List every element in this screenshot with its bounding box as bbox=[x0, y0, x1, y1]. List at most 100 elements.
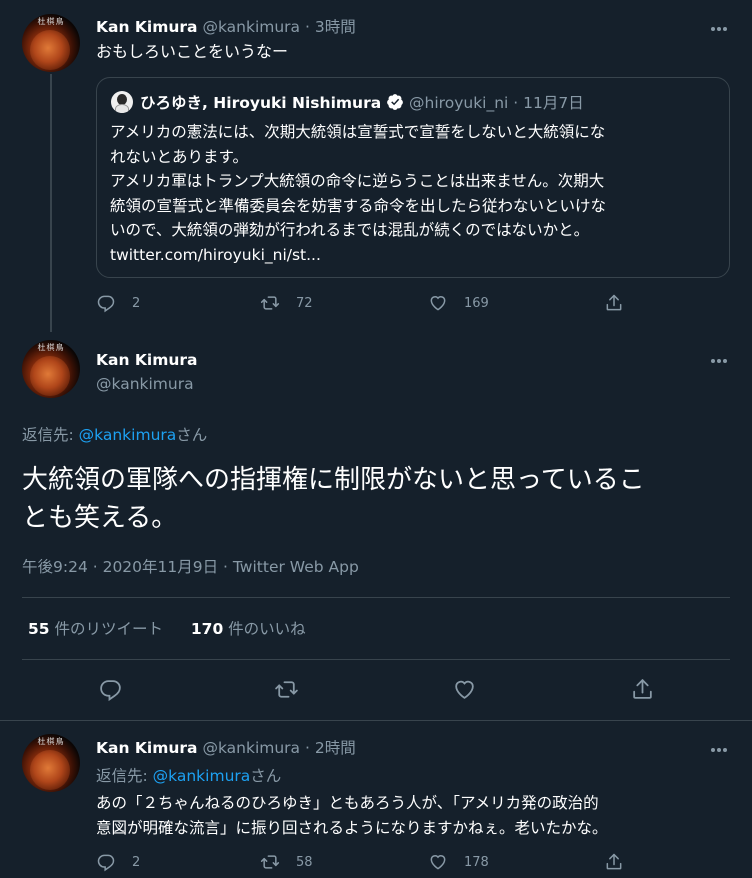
quote-author-name[interactable]: ひろゆき, Hiroyuki Nishimura bbox=[140, 94, 381, 112]
tweet-text-line: 意図が明確な流言」に振り回されるようになりますかねぇ。老いたかな。 bbox=[96, 818, 608, 837]
author-handle[interactable]: @kankimura bbox=[202, 18, 300, 36]
main-tweet-actions bbox=[98, 677, 658, 703]
separator: · bbox=[513, 94, 519, 112]
engagement-stats: 55 件のリツイート 170 件のいいね bbox=[28, 617, 306, 639]
divider bbox=[22, 597, 730, 598]
avatar-moon-image bbox=[30, 356, 70, 396]
reply-to-link[interactable]: @kankimura bbox=[79, 426, 177, 444]
quote-line: れないとあります。 bbox=[110, 147, 248, 166]
separator: · bbox=[305, 18, 310, 36]
tweet-time[interactable]: 2時間 bbox=[315, 739, 356, 757]
like-count: 178 bbox=[464, 854, 489, 870]
main-text-line: とも笑える。 bbox=[22, 503, 178, 533]
retweet-count: 58 bbox=[296, 854, 313, 870]
avatar-moon-image bbox=[30, 30, 70, 70]
author-name[interactable]: Kan Kimura bbox=[96, 739, 198, 757]
tweet-time[interactable]: 3時間 bbox=[315, 18, 356, 36]
reply-to-link[interactable]: @kankimura bbox=[153, 767, 251, 785]
quote-avatar[interactable] bbox=[111, 91, 133, 113]
retweet-icon bbox=[260, 855, 280, 869]
author-name[interactable]: Kan Kimura bbox=[96, 348, 198, 372]
quote-line: アメリカの憲法には、次期大統領は宣誓式で宣誓をしないと大統領にな bbox=[110, 123, 606, 141]
verified-icon bbox=[387, 94, 403, 110]
share-icon bbox=[606, 294, 622, 311]
tweet-header: Kan Kimura @kankimura · 2時間 bbox=[96, 736, 356, 758]
retweet-button[interactable] bbox=[274, 677, 299, 702]
reply-context: 返信先: @kankimuraさん bbox=[22, 423, 207, 445]
like-icon bbox=[430, 855, 446, 870]
quote-date[interactable]: 11月7日 bbox=[523, 94, 584, 112]
quote-header: ひろゆき, Hiroyuki Nishimura @hiroyuki_ni · … bbox=[140, 91, 584, 113]
main-author-block: Kan Kimura @kankimura bbox=[96, 348, 198, 396]
main-tweet-text: 大統領の軍隊への指揮権に制限がないと思っているこ とも笑える。 bbox=[22, 461, 645, 537]
reply-icon bbox=[100, 680, 121, 702]
quote-line: 統領の宣誓式と準備委員会を妨害する命令を出したら従わないといけな bbox=[110, 196, 607, 215]
divider bbox=[0, 720, 752, 721]
share-icon bbox=[606, 853, 622, 870]
reply-count: 2 bbox=[132, 854, 141, 870]
tweet-text-line: あの「２ちゃんねるのひろゆき」ともあろう人が、「アメリカ発の政治的 bbox=[96, 794, 599, 812]
divider bbox=[22, 659, 730, 660]
tweet-meta[interactable]: 午後9:24 · 2020年11月9日 · Twitter Web App bbox=[22, 555, 359, 577]
like-icon bbox=[455, 680, 474, 699]
reply-icon bbox=[97, 854, 115, 872]
avatar-text: 杜棋鳥 bbox=[37, 17, 65, 26]
like-button[interactable] bbox=[452, 677, 477, 702]
reply-count: 2 bbox=[132, 295, 141, 311]
like-count: 170 bbox=[190, 620, 224, 638]
reply-prefix: 返信先: bbox=[96, 767, 153, 785]
reply-button[interactable] bbox=[98, 677, 123, 702]
more-icon[interactable] bbox=[710, 742, 728, 754]
main-text-line: 大統領の軍隊への指揮権に制限がないと思っているこ bbox=[22, 465, 645, 495]
more-icon[interactable] bbox=[710, 353, 728, 365]
like-button[interactable]: 169 bbox=[428, 293, 489, 313]
tweet-text: おもしろいことをいうなー bbox=[96, 42, 289, 61]
reply-suffix: さん bbox=[250, 767, 282, 785]
avatar[interactable]: 杜棋鳥 bbox=[22, 734, 80, 792]
quote-link[interactable]: twitter.com/hiroyuki_ni/st... bbox=[110, 243, 606, 268]
tweet-actions: 2 58 178 bbox=[96, 852, 636, 876]
avatar-text: 杜棋鳥 bbox=[37, 343, 65, 352]
like-label: 件のいいね bbox=[223, 620, 306, 638]
retweet-icon bbox=[260, 296, 280, 310]
avatar-moon-image bbox=[30, 750, 70, 790]
like-icon bbox=[430, 296, 446, 311]
share-button[interactable] bbox=[604, 293, 624, 313]
like-button[interactable]: 178 bbox=[428, 852, 489, 872]
separator: · bbox=[305, 739, 310, 757]
like-stat[interactable]: 170 件のいいね bbox=[191, 620, 306, 638]
avatar[interactable]: 杜棋鳥 bbox=[22, 14, 80, 72]
reply-suffix: さん bbox=[176, 426, 208, 444]
retweet-count: 72 bbox=[296, 295, 313, 311]
share-icon bbox=[633, 679, 652, 699]
quote-author-handle[interactable]: @hiroyuki_ni bbox=[409, 94, 508, 112]
quoted-tweet[interactable]: ひろゆき, Hiroyuki Nishimura @hiroyuki_ni · … bbox=[96, 77, 730, 278]
quote-text: アメリカの憲法には、次期大統領は宣誓式で宣誓をしないと大統領にな れないとありま… bbox=[110, 120, 606, 267]
thread-line bbox=[50, 74, 52, 332]
share-button[interactable] bbox=[604, 852, 624, 872]
more-icon[interactable] bbox=[710, 21, 728, 33]
like-count: 169 bbox=[464, 295, 489, 311]
reply-prefix: 返信先: bbox=[22, 426, 79, 444]
retweet-stat[interactable]: 55 件のリツイート bbox=[28, 620, 163, 638]
reply-context: 返信先: @kankimuraさん bbox=[96, 764, 281, 786]
avatar-text: 杜棋鳥 bbox=[37, 737, 65, 746]
author-name[interactable]: Kan Kimura bbox=[96, 18, 198, 36]
reply-icon bbox=[97, 295, 115, 313]
retweet-label: 件のリツイート bbox=[49, 620, 164, 638]
avatar[interactable]: 杜棋鳥 bbox=[22, 340, 80, 398]
quote-line: アメリカ軍はトランプ大統領の命令に逆らうことは出来ません。次期大 bbox=[110, 172, 605, 190]
author-handle[interactable]: @kankimura bbox=[96, 372, 198, 396]
tweet-text: あの「２ちゃんねるのひろゆき」ともあろう人が、「アメリカ発の政治的 意図が明確な… bbox=[96, 791, 608, 840]
retweet-icon bbox=[275, 681, 298, 698]
retweet-button[interactable]: 58 bbox=[260, 852, 313, 872]
reply-button[interactable]: 2 bbox=[96, 293, 140, 313]
share-button[interactable] bbox=[630, 677, 655, 702]
tweet-actions: 2 72 169 bbox=[96, 293, 636, 317]
retweet-count: 55 bbox=[28, 620, 50, 638]
retweet-button[interactable]: 72 bbox=[260, 293, 313, 313]
tweet-header: Kan Kimura @kankimura · 3時間 bbox=[96, 15, 356, 37]
quote-line: いので、大統領の弾劾が行われるまでは混乱が続くのではないかと。 bbox=[110, 221, 590, 239]
reply-button[interactable]: 2 bbox=[96, 852, 140, 872]
author-handle[interactable]: @kankimura bbox=[202, 739, 300, 757]
